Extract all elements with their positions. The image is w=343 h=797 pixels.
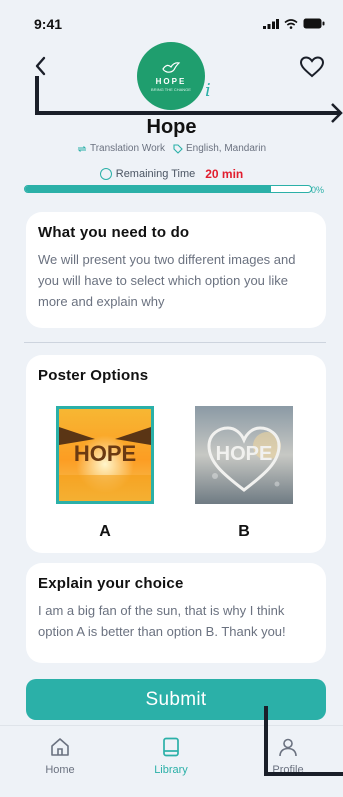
category-tag: Translation Work xyxy=(77,143,165,154)
poster-a-image: HOPE xyxy=(59,409,151,501)
poster-b-image: HOPE xyxy=(195,406,293,504)
logo-word: HOPE xyxy=(155,76,187,86)
signal-icon xyxy=(263,18,279,29)
explain-heading: Explain your choice xyxy=(38,575,184,592)
battery-icon xyxy=(303,18,325,29)
language-label: English, Mandarin xyxy=(185,143,267,154)
info-icon[interactable]: i xyxy=(205,80,211,101)
dove-icon xyxy=(162,61,181,73)
annotation-line-vertical-bottom xyxy=(264,706,268,776)
language-tag: English, Mandarin xyxy=(173,143,266,154)
progress-percent: 0% xyxy=(311,185,325,195)
task-heading: What you need to do xyxy=(38,224,190,241)
poster-b-text: HOPE xyxy=(216,443,273,465)
progress-bar xyxy=(24,185,312,193)
status-bar: 9:41 xyxy=(0,0,343,44)
repeat-icon xyxy=(77,145,87,152)
poster-heading: Poster Options xyxy=(38,367,149,384)
annotation-line-vertical-left xyxy=(35,76,39,114)
bottom-tab-bar: Home Library Profile xyxy=(0,725,343,797)
tag-icon xyxy=(173,143,183,154)
status-time: 9:41 xyxy=(34,16,63,32)
project-meta: Translation Work English, Mandarin xyxy=(0,143,343,154)
poster-option-b[interactable]: HOPE xyxy=(195,406,293,504)
explain-text[interactable]: I am a big fan of the sun, that is why I… xyxy=(38,600,314,642)
poster-option-a-label: A xyxy=(99,523,111,540)
system-icons xyxy=(263,18,325,29)
project-title: Hope xyxy=(146,116,197,138)
progress-fill xyxy=(25,186,271,192)
library-icon xyxy=(163,737,179,757)
task-description: We will present you two different images… xyxy=(38,252,296,309)
home-icon xyxy=(51,738,69,756)
wifi-icon xyxy=(284,18,298,29)
remaining-time: Remaining Time 20 min xyxy=(0,167,343,181)
profile-icon xyxy=(279,738,297,757)
annotation-line-horizontal-bottom xyxy=(264,772,343,776)
poster-option-a[interactable]: HOPE xyxy=(56,406,154,504)
heart-icon[interactable] xyxy=(299,54,325,80)
annotation-arrowhead xyxy=(331,103,343,123)
category-label: Translation Work xyxy=(89,143,165,154)
submit-button[interactable]: Submit xyxy=(26,679,326,720)
task-card: What you need to do We will present you … xyxy=(26,212,326,328)
back-chevron-icon[interactable] xyxy=(30,54,54,78)
poster-a-text: HOPE xyxy=(74,441,136,466)
remaining-time-label: Remaining Time xyxy=(115,168,196,180)
poster-option-b-label: B xyxy=(238,523,250,540)
tab-profile[interactable]: Profile xyxy=(243,736,333,776)
section-divider xyxy=(24,342,326,343)
tab-home[interactable]: Home xyxy=(15,736,105,776)
tab-library-label: Library xyxy=(154,764,188,776)
logo-tagline: BRING THE CHANGE xyxy=(151,86,191,92)
hope-logo: HOPE BRING THE CHANGE xyxy=(137,42,205,110)
annotation-line-horizontal-top xyxy=(35,111,341,115)
tab-home-label: Home xyxy=(45,764,75,776)
tab-library[interactable]: Library xyxy=(126,736,216,776)
remaining-time-value: 20 min xyxy=(205,167,244,181)
explain-card[interactable]: Explain your choice I am a big fan of th… xyxy=(26,563,326,663)
clock-icon xyxy=(99,168,112,180)
